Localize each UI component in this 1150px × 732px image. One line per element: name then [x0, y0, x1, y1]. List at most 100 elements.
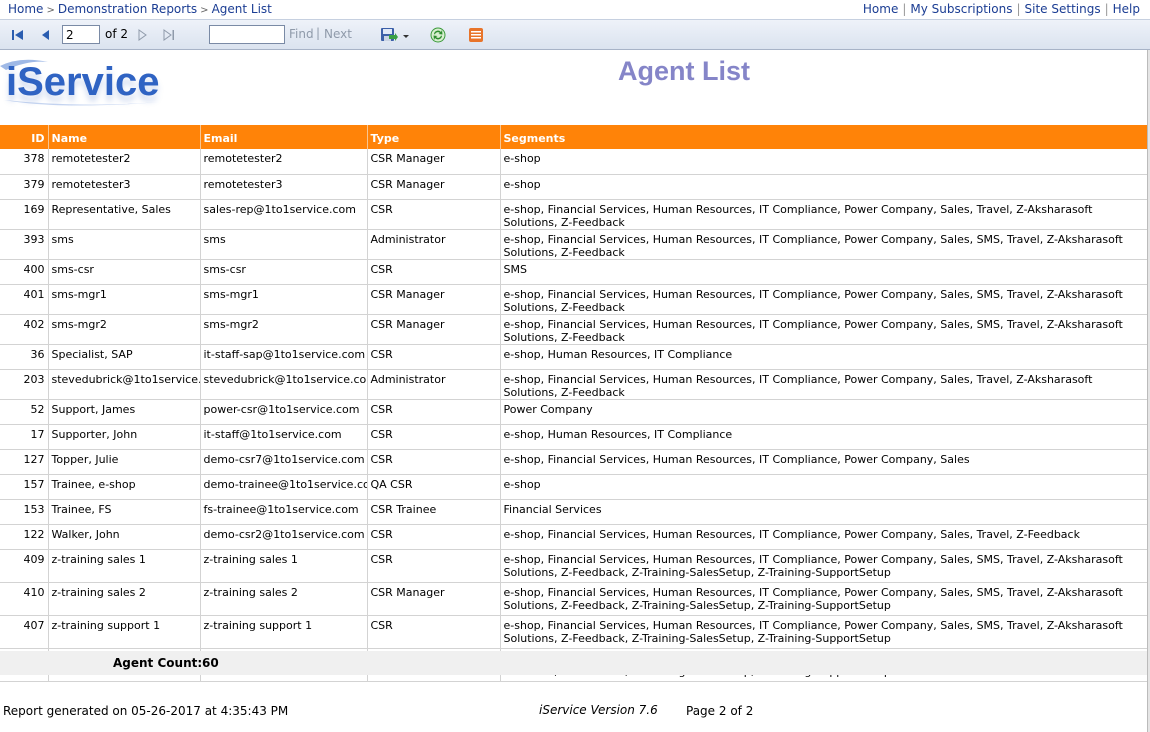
- cell-id: 379: [0, 174, 49, 200]
- cell-segments: e-shop, Financial Services, Human Resour…: [500, 369, 1148, 400]
- cell-name: Representative, Sales: [48, 199, 201, 230]
- cell-name: sms-csr: [48, 259, 201, 285]
- cell-type: CSR: [367, 449, 501, 475]
- cell-email: demo-csr7@1to1service.com: [200, 449, 368, 475]
- cell-segments: e-shop, Financial Services, Human Resour…: [500, 314, 1148, 345]
- cell-segments: e-shop: [500, 174, 1148, 200]
- top-nav-bar: Home > Demonstration Reports > Agent List Ho…: [0, 0, 1150, 18]
- column-header-type: Type: [367, 125, 501, 149]
- cell-email: sms-mgr1: [200, 284, 368, 315]
- cell-email: stevedubrick@1to1service.com: [200, 369, 368, 400]
- cell-type: CSR: [367, 549, 501, 583]
- table-row: 401 sms-mgr1 sms-mgr1 CSR Manager e-shop, Fi…: [0, 284, 1148, 315]
- cell-email: remotetester3: [200, 174, 368, 200]
- my-subscriptions-link[interactable]: My Subscriptions: [910, 2, 1012, 16]
- table-row: 402 sms-mgr2 sms-mgr2 CSR Manager e-shop, Fi…: [0, 314, 1148, 345]
- cell-id: 157: [0, 474, 49, 500]
- breadcrumb: Home > Demonstration Reports > Agent List: [8, 0, 272, 20]
- cell-name: sms-mgr1: [48, 284, 201, 315]
- table-row: 157 Trainee, e-shop demo-trainee@1to1servi…: [0, 474, 1148, 500]
- table-row: 36 Specialist, SAP it-staff-sap@1to1servic…: [0, 344, 1148, 370]
- refresh-icon[interactable]: [430, 27, 446, 43]
- cell-id: 169: [0, 199, 49, 230]
- table-header-row: ID Name Email Type Segments: [0, 125, 1148, 149]
- cell-type: CSR: [367, 259, 501, 285]
- find-link[interactable]: Find: [289, 27, 314, 41]
- cell-id: 401: [0, 284, 49, 315]
- save-export-icon[interactable]: [380, 27, 410, 43]
- table-row: 203stevedubrick@1to1service.comstevedubr…: [0, 369, 1148, 400]
- cell-id: 203: [0, 369, 49, 400]
- column-header-name: Name: [48, 125, 201, 149]
- cell-segments: SMS: [500, 259, 1148, 285]
- version-text: iService Version 7.6: [539, 703, 658, 717]
- cell-segments: e-shop, Financial Services, Human Resour…: [500, 449, 1148, 475]
- cell-email: z-training sales 1: [200, 549, 368, 583]
- home-link[interactable]: Home: [863, 2, 898, 16]
- previous-page-icon[interactable]: [38, 27, 54, 43]
- table-row: 153 Trainee, FS fs-trainee@1to1service.com…: [0, 499, 1148, 525]
- next-page-icon[interactable]: [134, 27, 150, 43]
- find-next-link[interactable]: Next: [324, 27, 352, 41]
- logo-text: iService: [6, 60, 160, 104]
- cell-segments: Power Company: [500, 399, 1148, 425]
- cell-type: Administrator: [367, 229, 501, 260]
- agent-count-value: 60: [202, 656, 219, 670]
- cell-name: Specialist, SAP: [48, 344, 201, 370]
- cell-email: it-staff-sap@1to1service.com: [200, 344, 368, 370]
- cell-id: 407: [0, 615, 49, 649]
- find-text-input[interactable]: [209, 25, 285, 44]
- link-divider: |: [902, 2, 907, 16]
- help-link[interactable]: Help: [1113, 2, 1140, 16]
- cell-email: sms-mgr2: [200, 314, 368, 345]
- cell-name: z-training support 1: [48, 615, 201, 649]
- report-toolbar: of 2 Find | Next: [0, 19, 1150, 50]
- cell-id: 409: [0, 549, 49, 583]
- link-divider: |: [1104, 2, 1109, 16]
- table-row: 393 sms sms Administrator e-shop, Financial …: [0, 229, 1148, 260]
- global-links: Home | My Subscriptions | Site Settings | Help: [863, 0, 1140, 18]
- breadcrumb-current-link[interactable]: Agent List: [212, 2, 272, 16]
- print-layout-icon[interactable]: [468, 27, 484, 43]
- find-separator: |: [316, 26, 321, 40]
- agent-table: ID Name Email Type Segments 378 remotetes…: [0, 125, 1148, 682]
- cell-name: Supporter, John: [48, 424, 201, 450]
- cell-id: 400: [0, 259, 49, 285]
- cell-type: CSR: [367, 424, 501, 450]
- breadcrumb-folder-link[interactable]: Demonstration Reports: [58, 2, 197, 16]
- cell-name: Walker, John: [48, 524, 201, 550]
- cell-email: sales-rep@1to1service.com: [200, 199, 368, 230]
- last-page-icon[interactable]: [161, 27, 177, 43]
- cell-type: QA CSR: [367, 474, 501, 500]
- cell-name: z-training sales 2: [48, 582, 201, 616]
- cell-type: CSR Manager: [367, 582, 501, 616]
- page-number-input[interactable]: [62, 25, 100, 44]
- cell-id: 52: [0, 399, 49, 425]
- cell-email: demo-trainee@1to1service.com: [200, 474, 368, 500]
- cell-name: remotetester2: [48, 149, 201, 175]
- cell-segments: e-shop, Financial Services, Human Resour…: [500, 549, 1148, 583]
- cell-email: fs-trainee@1to1service.com: [200, 499, 368, 525]
- cell-type: CSR Manager: [367, 314, 501, 345]
- table-row: 127 Topper, Julie demo-csr7@1to1service.co…: [0, 449, 1148, 475]
- cell-id: 393: [0, 229, 49, 260]
- cell-type: CSR Manager: [367, 284, 501, 315]
- table-row: 378 remotetester2 remotetester2 CSR Manager…: [0, 149, 1148, 175]
- cell-name: remotetester3: [48, 174, 201, 200]
- cell-id: 122: [0, 524, 49, 550]
- cell-segments: e-shop, Financial Services, Human Resour…: [500, 524, 1148, 550]
- column-header-id: ID: [0, 125, 49, 149]
- cell-email: sms-csr: [200, 259, 368, 285]
- site-settings-link[interactable]: Site Settings: [1025, 2, 1101, 16]
- column-header-segments: Segments: [500, 125, 1148, 149]
- table-row: 122 Walker, John demo-csr2@1to1service.com…: [0, 524, 1148, 550]
- cell-segments: e-shop: [500, 149, 1148, 175]
- table-row: 169 Representative, Sales sales-rep@1to1se…: [0, 199, 1148, 230]
- first-page-icon[interactable]: [10, 27, 26, 43]
- cell-segments: e-shop, Human Resources, IT Compliance: [500, 424, 1148, 450]
- cell-name: stevedubrick@1to1service.com: [48, 369, 201, 400]
- cell-email: it-staff@1to1service.com: [200, 424, 368, 450]
- report-title: Agent List: [618, 56, 750, 86]
- breadcrumb-home-link[interactable]: Home: [8, 2, 43, 16]
- cell-email: z-training sales 2: [200, 582, 368, 616]
